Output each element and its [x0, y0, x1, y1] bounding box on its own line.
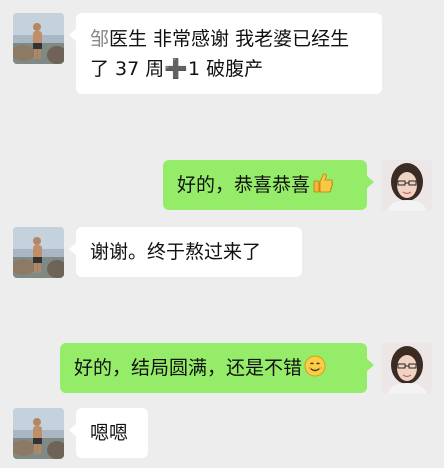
message-bubble-incoming[interactable]: 谢谢。终于熬过来了	[69, 227, 302, 277]
message-text: 谢谢。终于熬过来了	[90, 241, 262, 263]
message-bubble-outgoing[interactable]: 好的，结局圆满，还是不错	[60, 343, 374, 393]
message-line: 邹医生 非常感谢 我老婆已经生	[90, 24, 370, 54]
smile-icon	[304, 355, 326, 386]
message-text: 好的，结局圆满，还是不错	[74, 357, 303, 379]
message-bubble-incoming[interactable]: 嗯嗯	[69, 408, 148, 458]
message-text: 了 37 周	[90, 58, 165, 80]
message-text: 医生 非常感谢 我老婆已经生	[109, 28, 350, 50]
message-text: 嗯嗯	[90, 422, 129, 444]
message-bubble-outgoing[interactable]: 好的，恭喜恭喜	[163, 160, 374, 210]
heavy-plus-emoji: ➕	[164, 58, 188, 80]
sender-name-prefix: 邹	[90, 28, 110, 50]
message-text: 好的，恭喜恭喜	[177, 174, 311, 196]
message-text: 1 破腹产	[187, 58, 264, 80]
message-line: 了 37 周➕1 破腹产	[90, 54, 370, 84]
my-avatar[interactable]	[381, 160, 432, 211]
contact-avatar[interactable]	[13, 13, 64, 64]
contact-avatar[interactable]	[13, 227, 64, 278]
message-bubble-incoming[interactable]: 邹医生 非常感谢 我老婆已经生 了 37 周➕1 破腹产	[69, 13, 382, 94]
my-avatar[interactable]	[381, 343, 432, 394]
chat-message-list[interactable]: 邹医生 非常感谢 我老婆已经生 了 37 周➕1 破腹产 好的，恭喜恭喜 谢谢。…	[0, 0, 444, 468]
thumbs-up-icon	[312, 172, 334, 203]
contact-avatar[interactable]	[13, 408, 64, 459]
